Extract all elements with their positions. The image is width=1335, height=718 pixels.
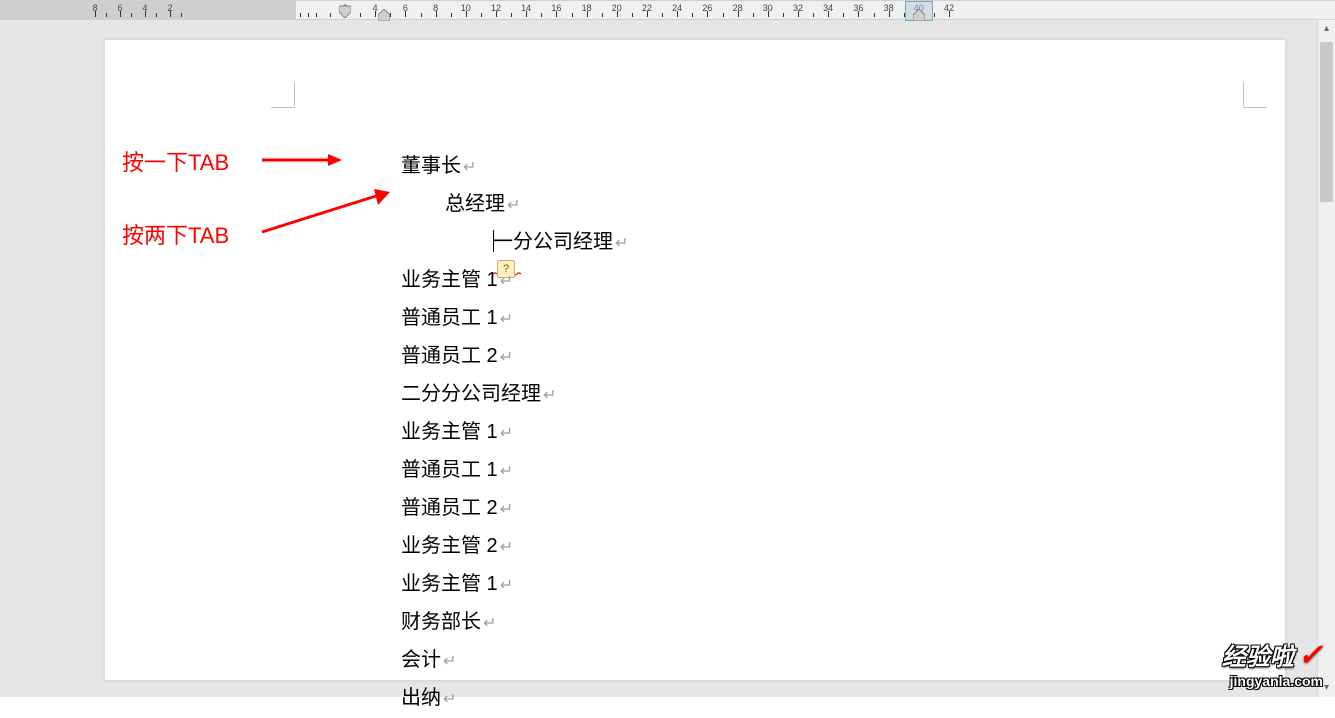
paragraph-mark-icon: ↵ — [483, 615, 496, 632]
paragraph-mark-icon: ↵ — [543, 387, 556, 404]
paragraph-line[interactable]: 业务主管 2↵ — [401, 528, 628, 566]
paragraph-mark-icon: ↵ — [443, 653, 456, 670]
line-text[interactable]: 一分公司经理 — [493, 231, 613, 253]
line-text[interactable]: 普通员工 2 — [401, 345, 498, 367]
paragraph-mark-icon: ↵ — [615, 235, 628, 252]
line-text[interactable]: 出纳 — [401, 687, 441, 709]
indent-marker-icon[interactable] — [339, 4, 351, 16]
paragraph-mark-icon: ↵ — [500, 539, 513, 556]
line-text[interactable]: 业务主管 2 — [401, 535, 498, 557]
paragraph-line[interactable]: 出纳↵ — [401, 680, 628, 718]
annotation-one-tab: 按一下TAB — [122, 145, 229, 177]
line-text[interactable]: 二分分公司经理 — [401, 383, 541, 405]
line-text[interactable]: 总经理 — [445, 193, 505, 215]
paragraph-mark-icon: ↵ — [463, 159, 476, 176]
document-body[interactable]: 董事长↵总经理↵一分公司经理↵?业务主管 1↵普通员工 1↵普通员工 2↵二分分… — [401, 148, 628, 718]
line-text[interactable]: 普通员工 1 — [401, 307, 498, 329]
line-text[interactable]: 普通员工 1 — [401, 459, 498, 481]
annotation-two-tab: 按两下TAB — [122, 218, 229, 250]
paragraph-line[interactable]: 财务部长↵ — [401, 604, 628, 642]
paragraph-line[interactable]: 业务主管 1↵ — [401, 566, 628, 604]
line-text[interactable]: 董事长 — [401, 155, 461, 177]
annotation-text: 按一下TAB — [122, 150, 229, 175]
right-indent-marker-icon[interactable] — [913, 9, 925, 21]
paragraph-mark-icon: ↵ — [500, 311, 513, 328]
paragraph-mark-icon: ↵ — [500, 501, 513, 518]
page-margin-corner-top-left — [271, 82, 295, 108]
paragraph-line[interactable]: 总经理↵ — [401, 186, 628, 224]
line-text[interactable]: 业务主管 1 — [401, 573, 498, 595]
checkmark-icon: ✓ — [1298, 639, 1323, 672]
paragraph-line[interactable]: 一分公司经理↵? — [401, 224, 628, 262]
line-text[interactable]: 财务部长 — [401, 611, 481, 633]
line-text[interactable]: 普通员工 2 — [401, 497, 498, 519]
ruler-margin-area — [0, 1, 296, 19]
paragraph-line[interactable]: 普通员工 2↵ — [401, 490, 628, 528]
document-page[interactable]: 董事长↵总经理↵一分公司经理↵?业务主管 1↵普通员工 1↵普通员工 2↵二分分… — [105, 40, 1285, 680]
paragraph-line[interactable]: 普通员工 1↵ — [401, 300, 628, 338]
paragraph-line[interactable]: 业务主管 1↵ — [401, 262, 628, 300]
paragraph-line[interactable]: 会计↵ — [401, 642, 628, 680]
arrow-icon — [262, 152, 342, 168]
vertical-scrollbar[interactable]: ▴ ▾ — [1317, 20, 1335, 697]
line-text[interactable]: 会计 — [401, 649, 441, 671]
horizontal-ruler[interactable]: 8642246810121416182022242628303234363840… — [0, 0, 1335, 20]
line-text[interactable]: 业务主管 1 — [401, 269, 498, 291]
arrow-icon — [262, 188, 392, 238]
watermark-url: jingyanla.com — [1222, 673, 1323, 689]
paragraph-mark-icon: ↵ — [507, 197, 520, 214]
scrollbar-thumb[interactable] — [1320, 42, 1333, 202]
page-margin-corner-top-right — [1243, 82, 1267, 108]
paragraph-line[interactable]: 业务主管 1↵ — [401, 414, 628, 452]
paragraph-line[interactable]: 普通员工 1↵ — [401, 452, 628, 490]
annotation-text: 按两下TAB — [122, 223, 229, 248]
line-text[interactable]: 业务主管 1 — [401, 421, 498, 443]
watermark: 经验啦✓ jingyanla.com — [1222, 637, 1323, 689]
paragraph-mark-icon: ↵ — [500, 273, 513, 290]
indent-marker-icon[interactable] — [378, 9, 390, 21]
scroll-up-icon[interactable]: ▴ — [1318, 20, 1335, 38]
watermark-brand: 经验啦 — [1222, 637, 1294, 672]
paragraph-mark-icon: ↵ — [500, 349, 513, 366]
paragraph-mark-icon: ↵ — [500, 463, 513, 480]
paragraph-mark-icon: ↵ — [443, 691, 456, 708]
text-cursor — [493, 230, 494, 252]
paragraph-line[interactable]: 普通员工 2↵ — [401, 338, 628, 376]
paragraph-line[interactable]: 董事长↵ — [401, 148, 628, 186]
paragraph-mark-icon: ↵ — [500, 425, 513, 442]
paragraph-line[interactable]: 二分分公司经理↵ — [401, 376, 628, 414]
paragraph-mark-icon: ↵ — [500, 577, 513, 594]
